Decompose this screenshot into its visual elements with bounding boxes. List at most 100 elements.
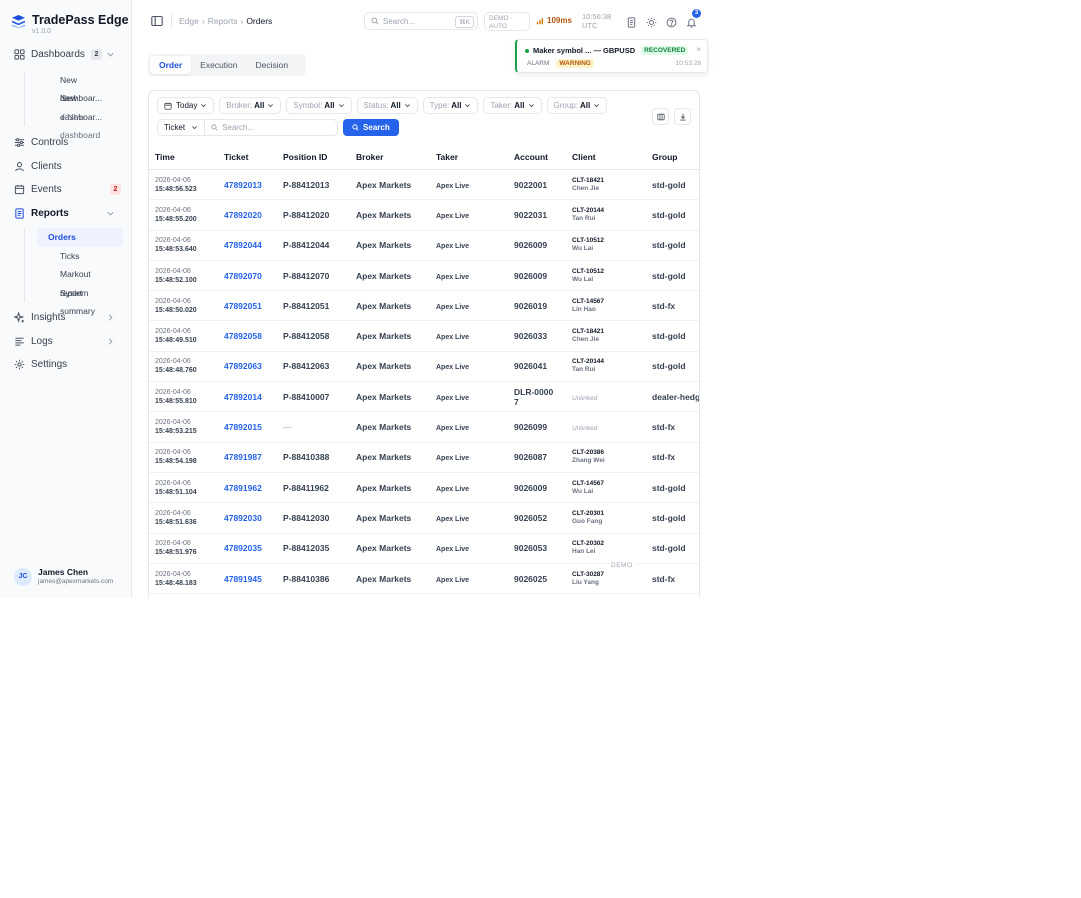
sidebar-item-clients[interactable]: Clients (0, 155, 131, 179)
sidebar-item-events[interactable]: Events 2 (0, 178, 131, 202)
taker-filter[interactable]: Taker: All (483, 97, 542, 114)
document-icon[interactable] (626, 15, 637, 28)
client-id[interactable]: CLT-18421 (572, 177, 646, 185)
client-id[interactable]: CLT-10512 (572, 268, 646, 276)
chevron-down-icon[interactable] (106, 209, 115, 218)
bell-icon[interactable]: 3 (686, 9, 701, 28)
sidebar-subitem-system-summary[interactable]: System summary (24, 284, 111, 317)
column-header-broker[interactable]: Broker (350, 145, 430, 170)
sidebar-item-reports[interactable]: Reports (0, 202, 131, 226)
client-id[interactable]: CLT-20302 (572, 540, 646, 548)
type-filter[interactable]: Type: All (422, 97, 479, 114)
tab-execution[interactable]: Execution (191, 56, 246, 74)
sun-icon[interactable] (646, 15, 657, 28)
ticket-link[interactable]: 47892058 (224, 331, 262, 341)
user-profile[interactable]: JC James Chen james@apexmarkets.com (14, 567, 113, 586)
table-row[interactable]: 2026-04-06 15:48:51.636 47892030 P-88412030… (149, 502, 699, 534)
column-header-account[interactable]: Account (508, 145, 566, 170)
breadcrumb-edge[interactable]: Edge (179, 16, 199, 26)
sidebar-toggle-icon[interactable] (151, 15, 163, 27)
group-name: std-gold (652, 331, 686, 342)
columns-button[interactable] (652, 108, 669, 125)
ticket-link[interactable]: 47892035 (224, 543, 262, 553)
ticket-link[interactable]: 47892030 (224, 513, 262, 523)
client-id[interactable]: CLT-30287 (572, 571, 646, 579)
column-header-group[interactable]: Group (646, 145, 699, 170)
table-row[interactable]: 2026-04-06 15:48:56.523 47892013 P-88412013… (149, 169, 699, 201)
column-header-time[interactable]: Time (149, 145, 218, 170)
client-id[interactable]: CLT-20301 (572, 510, 646, 518)
broker-filter[interactable]: Broker: All (219, 97, 282, 114)
client-id[interactable]: CLT-10512 (572, 237, 646, 245)
status-dot (525, 48, 529, 53)
group-filter[interactable]: Group: All (546, 97, 608, 114)
sidebar-subitem-markout-report[interactable]: Markout report (24, 265, 111, 298)
ticket-link[interactable]: 47892044 (224, 240, 262, 250)
table-row[interactable]: 2026-04-06 15:48:51.104 47891962 P-88411962… (149, 472, 699, 504)
column-header-position-id[interactable]: Position ID (277, 145, 350, 170)
chevron-right-icon[interactable] (106, 337, 115, 346)
ticket-link[interactable]: 47892063 (224, 361, 262, 371)
table-row[interactable]: 2026-04-06 15:48:49.510 47892058 P-88412058… (149, 320, 699, 352)
client-id[interactable]: CLT-14567 (572, 480, 646, 488)
column-header-client[interactable]: Client (566, 145, 646, 170)
status-filter[interactable]: Status: All (356, 97, 418, 114)
table-row[interactable]: 2026-04-06 15:48:48.760 47892063 P-88412063… (149, 351, 699, 383)
ticket-link[interactable]: 47892020 (224, 210, 262, 220)
column-header-taker[interactable]: Taker (430, 145, 508, 170)
chevron-down-icon[interactable] (106, 50, 115, 59)
client-id[interactable]: CLT-14567 (572, 298, 646, 306)
close-icon[interactable]: × (696, 45, 701, 54)
ticket-link[interactable]: 47892051 (224, 301, 262, 311)
ticket-link[interactable]: 47892015 (224, 422, 262, 432)
sidebar-item-logs[interactable]: Logs (0, 330, 131, 354)
table-row[interactable]: 2026-04-06 15:48:53.640 47892044 P-88412044… (149, 230, 699, 261)
sidebar-item-controls[interactable]: Controls (0, 131, 131, 155)
ticket-link[interactable]: 47891987 (224, 452, 262, 462)
date-filter[interactable]: Today (157, 97, 215, 114)
client-id[interactable]: CLT-20144 (572, 358, 646, 366)
table-actions (652, 108, 696, 125)
search-field-select[interactable]: Ticket (157, 119, 205, 136)
sidebar-subitem-ticks[interactable]: Ticks (24, 247, 111, 266)
sidebar-subitem-dashboard-1[interactable]: New dashboar... (24, 71, 111, 104)
symbol-filter[interactable]: Symbol: All (286, 97, 352, 114)
help-icon[interactable] (666, 15, 677, 28)
chevron-right-icon[interactable] (106, 313, 115, 322)
table-row[interactable]: 2026-04-06 15:48:54.198 47891987 P-88410388… (149, 442, 699, 473)
breadcrumb-reports[interactable]: Reports (208, 16, 238, 26)
brand[interactable]: TradePass Edge v1.0.0 (0, 0, 131, 36)
sidebar-subitem-orders[interactable]: Orders (37, 228, 123, 247)
client-id[interactable]: CLT-20386 (572, 449, 646, 457)
sidebar-item-settings[interactable]: Settings (0, 353, 131, 377)
account-cell (508, 593, 566, 598)
order-time: 15:48:55.810 (155, 397, 197, 405)
ticket-link[interactable]: 47892014 (224, 392, 262, 402)
group-name: std-gold (652, 512, 686, 523)
sidebar-item-dashboards[interactable]: Dashboards 2 (0, 43, 131, 67)
tab-order[interactable]: Order (150, 56, 192, 74)
ticket-link[interactable]: 47891962 (224, 483, 262, 493)
client-id[interactable]: CLT-20144 (572, 207, 646, 215)
ticket-search-input[interactable]: Search... (204, 119, 339, 136)
search-button[interactable]: Search (343, 119, 399, 136)
tab-decision[interactable]: Decision (247, 56, 298, 74)
table-row[interactable]: 2026-04-06 15:48:55.200 47892020 P-88412020… (149, 199, 699, 231)
sidebar-item-insights[interactable]: Insights (0, 306, 131, 330)
account-cell: 9026099 (508, 411, 566, 443)
table-row[interactable]: 2026-04-06 15:48:51.976 47892035 P-88412035… (149, 533, 699, 564)
download-button[interactable] (674, 108, 691, 125)
mode-selector[interactable]: DEMO · AUTO (484, 12, 530, 31)
table-row[interactable]: 2026-04-06 15:48:52.100 47892070 P-88412070… (149, 260, 699, 292)
alarm-toast[interactable]: Maker symbol ... — GBPUSD RECOVERED × AL… (515, 39, 708, 73)
client-id[interactable]: CLT-18421 (572, 328, 646, 336)
ticket-link[interactable]: 47892013 (224, 180, 262, 190)
table-row[interactable]: 2026-04-06 15:48:55.810 47892014 P-88410007… (149, 381, 699, 413)
ticket-link[interactable]: 47891945 (224, 574, 262, 584)
ticket-link[interactable]: 47892070 (224, 271, 262, 281)
table-row[interactable]: 2026-04-06 CLT-10298 (149, 593, 699, 598)
global-search-input[interactable]: Search... ⌘K (364, 12, 478, 30)
table-row[interactable]: 2026-04-06 15:48:53.215 47892015 — Apex Mark… (149, 411, 699, 443)
table-row[interactable]: 2026-04-06 15:48:50.020 47892051 P-88412051… (149, 290, 699, 322)
column-header-ticket[interactable]: Ticket (218, 145, 277, 170)
